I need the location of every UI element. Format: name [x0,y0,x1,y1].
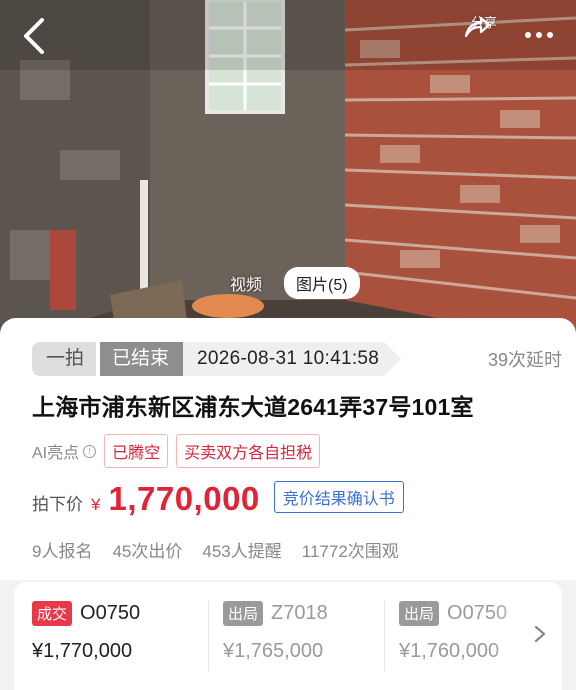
confirmation-document-button[interactable]: 竞价结果确认书 [273,481,404,513]
final-price: 1,770,000 [108,480,260,517]
media-tabs: 视频 图片(5) [218,267,360,299]
bid-status-tag: 出局 [223,601,264,626]
ai-highlights: AI亮点 ! 已腾空 买卖双方各自担税 [32,434,321,468]
highlight-tag: 买卖双方各自担税 [176,434,321,468]
delay-count: 39次延时 [487,350,562,370]
currency-symbol: ¥ [91,495,101,514]
stat-views: 11772次围观 [301,542,399,561]
share-button[interactable]: 分享 [462,14,506,56]
info-circle-icon: ! [83,444,97,458]
highlight-tag: 已腾空 [104,434,169,468]
bid-status-tag: 出局 [399,601,440,626]
auction-status-row: 一拍 已结束 2026-08-31 10:41:58 39次延时 [32,342,562,376]
back-chevron-icon [24,18,44,54]
property-address: 上海市浦东新区浦东大道2641弄37号101室 [32,394,474,420]
price-label: 拍下价 [32,495,83,514]
tab-photos[interactable]: 图片(5) [284,267,360,299]
bid-record: 成交 O0750 ¥1,770,000 [32,601,208,671]
bidder-code: Z7018 [271,602,328,624]
bid-records[interactable]: 成交 O0750 ¥1,770,000 出局 Z7018 ¥1,765,000 … [14,582,562,690]
bid-record: 出局 Z7018 ¥1,765,000 [208,601,384,671]
bidder-code: O0750 [80,602,141,624]
ai-highlights-label[interactable]: AI亮点 ! [32,439,97,463]
auction-stats: 9人报名 45次出价 453人提醒 11772次围观 [32,537,399,562]
bid-amount: ¥1,765,000 [223,640,324,662]
stat-signups: 9人报名 [32,542,93,561]
bid-status-tag: 成交 [32,601,73,626]
round-tag: 一拍 [32,342,97,376]
stat-bids: 45次出价 [112,542,183,561]
stat-reminders: 453人提醒 [202,542,282,561]
price-row: 拍下价 ¥ 1,770,000 竞价结果确认书 [32,480,404,519]
more-dots-icon [525,32,553,38]
more-button[interactable] [520,20,558,50]
status-tag: 已结束 [100,342,184,376]
tab-video[interactable]: 视频 [218,267,274,299]
bid-amount: ¥1,770,000 [32,640,133,662]
chevron-right-icon[interactable] [530,622,550,646]
share-arrow-icon [464,16,491,38]
ai-label-text: AI亮点 [32,445,80,462]
back-button[interactable] [18,16,58,56]
property-photo[interactable]: 分享 视频 图片(5) [0,0,576,345]
end-time: 2026-08-31 10:41:58 [183,342,402,376]
